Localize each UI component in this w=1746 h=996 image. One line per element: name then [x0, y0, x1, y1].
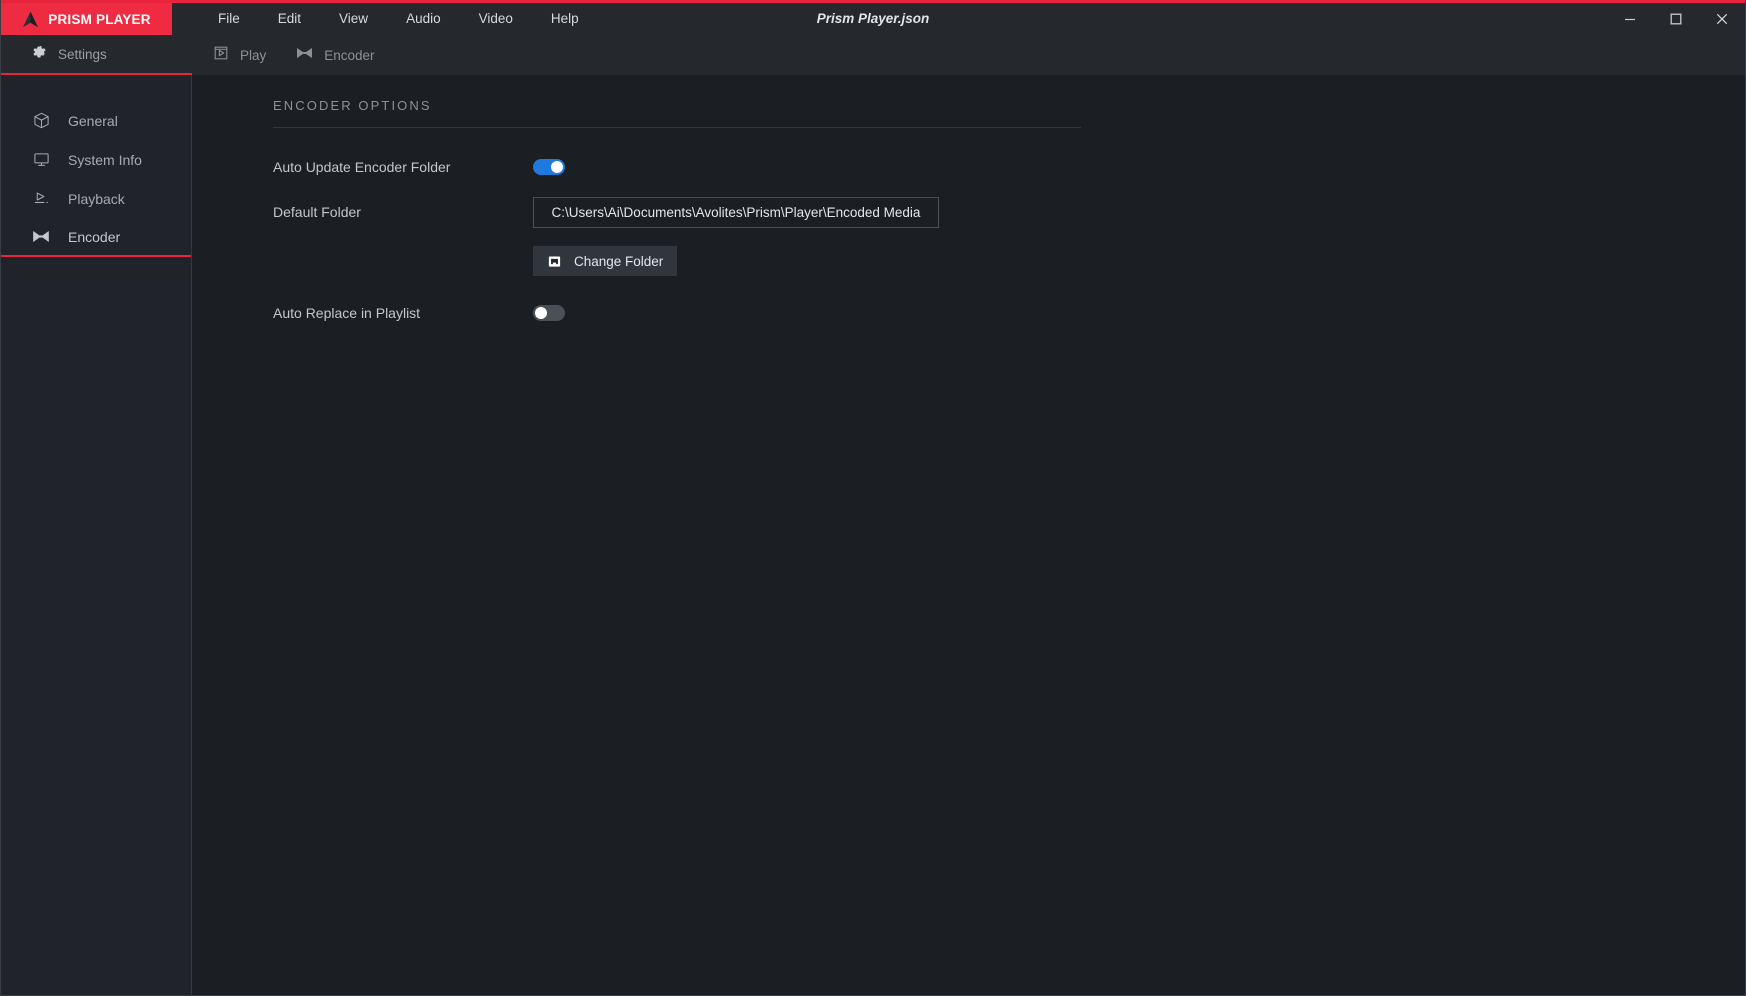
auto-update-encoder-folder-label: Auto Update Encoder Folder [273, 159, 451, 175]
folder-open-icon [547, 254, 562, 269]
title-bar: PRISM PLAYER File Edit View Audio Video … [1, 3, 1745, 35]
minimize-button[interactable] [1607, 3, 1653, 35]
sidebar-item-system-info-label: System Info [68, 151, 142, 168]
row-default-folder: Default Folder C:\Users\Ai\Documents\Avo… [273, 195, 1745, 229]
sidebar-item-playback-label: Playback [68, 190, 125, 207]
menu-item-view[interactable]: View [320, 3, 387, 35]
tab-encoder-label: Encoder [324, 47, 375, 63]
default-folder-label: Default Folder [273, 204, 361, 220]
auto-replace-in-playlist-toggle[interactable] [533, 305, 565, 321]
tab-play[interactable]: Play [192, 35, 274, 75]
settings-content-panel: ENCODER OPTIONS Auto Update Encoder Fold… [193, 75, 1745, 995]
maximize-button[interactable] [1653, 3, 1699, 35]
gear-icon [31, 44, 47, 65]
sidebar-item-encoder-label: Encoder [68, 228, 121, 245]
sidebar-item-general-label: General [68, 112, 118, 129]
application-window: PRISM PLAYER File Edit View Audio Video … [0, 0, 1746, 996]
auto-replace-in-playlist-label: Auto Replace in Playlist [273, 305, 421, 321]
brand-logo[interactable]: PRISM PLAYER [1, 3, 172, 35]
cube-icon [32, 112, 50, 130]
bowtie-icon [296, 46, 313, 65]
default-folder-input[interactable]: C:\Users\Ai\Documents\Avolites\Prism\Pla… [533, 196, 939, 228]
sidebar-item-encoder[interactable]: Encoder [1, 218, 191, 257]
tab-encoder[interactable]: Encoder [274, 35, 382, 75]
menu-item-edit[interactable]: Edit [259, 3, 320, 35]
play-box-icon [213, 45, 229, 66]
playback-icon [32, 190, 50, 208]
menu-item-help[interactable]: Help [532, 3, 598, 35]
menu-item-file[interactable]: File [199, 3, 259, 35]
tab-play-label: Play [240, 47, 267, 63]
bowtie-icon [32, 228, 50, 246]
change-folder-button[interactable]: Change Folder [533, 246, 678, 276]
change-folder-button-label: Change Folder [574, 253, 664, 269]
monitor-icon [32, 151, 50, 169]
toggle-knob [535, 307, 547, 319]
section-title-encoder-options: ENCODER OPTIONS [273, 98, 432, 113]
prism-logo-icon [22, 11, 39, 28]
toggle-knob [551, 161, 563, 173]
sidebar-item-system-info[interactable]: System Info [1, 140, 191, 179]
row-auto-replace-in-playlist: Auto Replace in Playlist [273, 296, 1745, 330]
section-divider [273, 127, 1081, 128]
tab-settings-label: Settings [58, 46, 107, 62]
row-auto-update-encoder-folder: Auto Update Encoder Folder [273, 150, 1745, 184]
tab-settings[interactable]: Settings [1, 35, 192, 75]
window-controls [1607, 3, 1745, 35]
menu-item-video[interactable]: Video [460, 3, 532, 35]
close-button[interactable] [1699, 3, 1745, 35]
secondary-toolbar: Settings Play Encoder [1, 35, 1745, 75]
sidebar-item-general[interactable]: General [1, 101, 191, 140]
sidebar-item-playback[interactable]: Playback [1, 179, 191, 218]
brand-name: PRISM PLAYER [48, 11, 151, 27]
menu-item-audio[interactable]: Audio [387, 3, 460, 35]
menu-bar: File Edit View Audio Video Help [172, 3, 598, 35]
auto-update-encoder-folder-toggle[interactable] [533, 159, 565, 175]
settings-sidebar: General System Info Playback Encoder [1, 75, 192, 995]
